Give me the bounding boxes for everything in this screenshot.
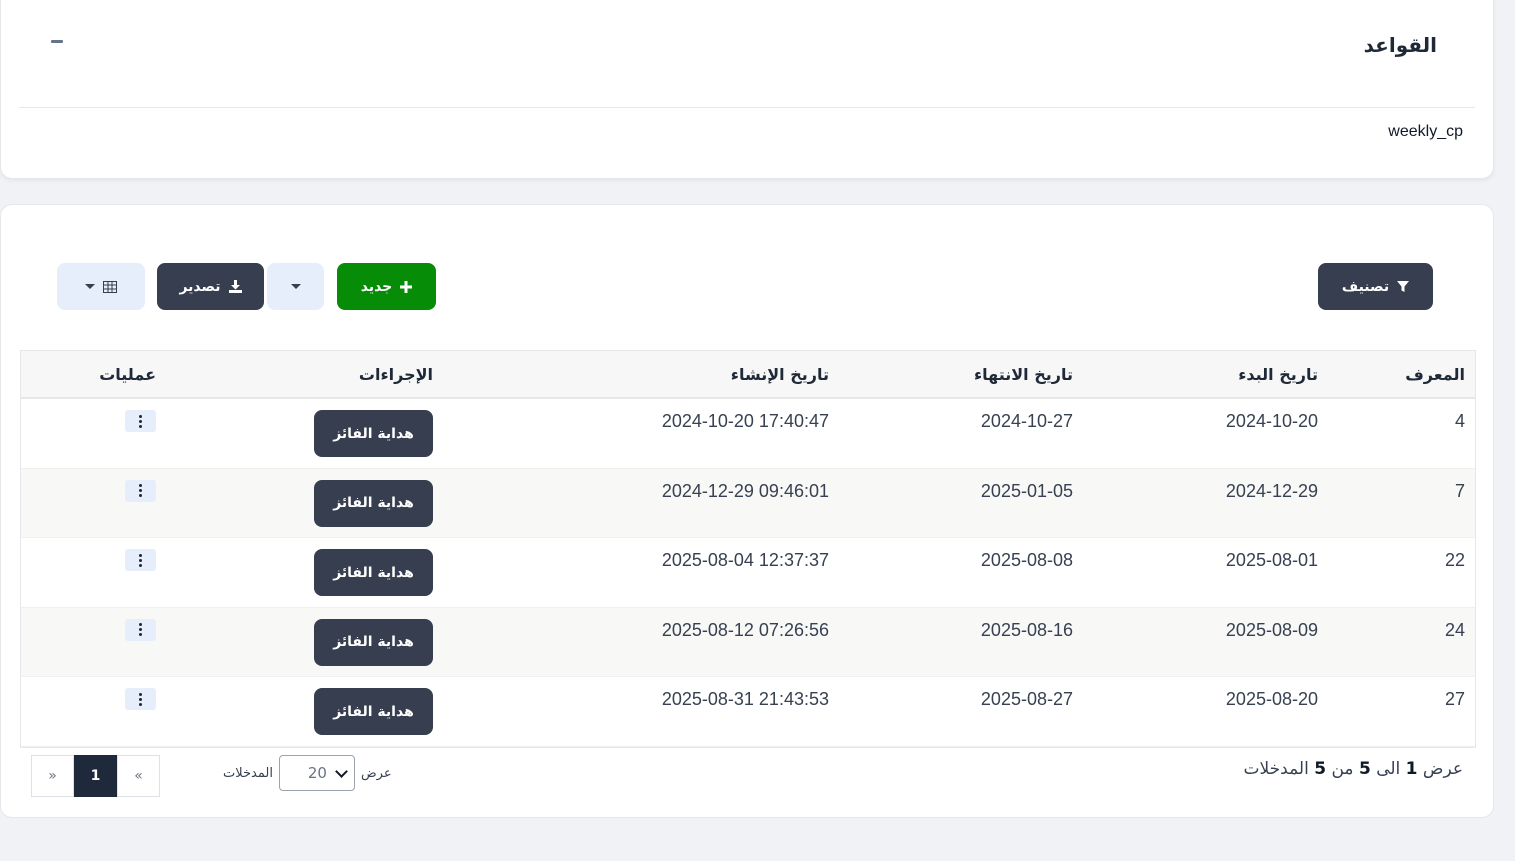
download-icon <box>228 280 242 293</box>
columns-toggle-button[interactable] <box>57 263 145 310</box>
summary-entries-word: المدخلات <box>1243 759 1309 779</box>
table-header: المعرف تاريخ البدء تاريخ الانتهاء تاريخ … <box>21 351 1475 399</box>
page-scrollbar[interactable] <box>1495 0 1515 861</box>
rule-value: weekly_cp <box>1388 123 1463 140</box>
more-options-icon[interactable] <box>125 410 156 432</box>
collapse-icon[interactable] <box>51 40 63 43</box>
gift-winner-button[interactable]: هداية الفائز <box>314 618 433 666</box>
cell-start-date: 2025-08-01 <box>1225 550 1318 570</box>
cell-start-date: 2024-12-29 <box>1225 480 1318 501</box>
filter-button-label: تصنيف <box>1341 278 1390 295</box>
column-header-id[interactable]: المعرف <box>1405 365 1465 384</box>
column-header-actions: الإجراءات <box>358 365 433 384</box>
cell-end-date: 2025-08-16 <box>980 619 1073 640</box>
chevron-down-icon <box>85 284 95 289</box>
cell-id: 4 <box>1454 411 1465 431</box>
cell-created-date: 2024-10-20 17:40:47 <box>661 411 829 431</box>
cell-end-date: 2024-10-27 <box>980 411 1073 431</box>
table-icon <box>103 280 117 293</box>
cell-id: 27 <box>1444 689 1465 709</box>
page-size-value: 20 <box>307 764 327 782</box>
summary-from: 1 <box>1405 759 1418 779</box>
export-button-label: تصدير <box>179 278 221 295</box>
more-options-icon[interactable] <box>125 549 156 571</box>
summary-to: 5 <box>1358 759 1371 779</box>
gift-winner-button[interactable]: هداية الفائز <box>314 688 433 735</box>
page-size-control: عرض 20 المدخلات <box>223 755 392 791</box>
pagination-prev[interactable]: » <box>31 755 74 797</box>
column-header-operations: عمليات <box>99 365 156 384</box>
more-options-icon[interactable] <box>125 688 156 710</box>
rules-card-title: القواعد <box>1363 33 1437 57</box>
more-options-icon[interactable] <box>125 618 156 641</box>
gift-winner-button[interactable]: هداية الفائز <box>314 410 433 457</box>
chevron-down-icon <box>290 284 301 289</box>
pagination-next[interactable]: « <box>117 755 160 797</box>
pagination-page-1[interactable]: 1 <box>74 755 117 797</box>
summary-total: 5 <box>1314 759 1327 779</box>
column-header-end-date[interactable]: تاريخ الانتهاء <box>974 365 1073 384</box>
cell-created-date: 2025-08-04 12:37:37 <box>661 550 829 570</box>
export-button[interactable]: تصدير <box>157 263 264 310</box>
rules-card: القواعد weekly_cp <box>0 0 1494 179</box>
new-button[interactable]: جديد <box>337 263 436 310</box>
cell-id: 22 <box>1444 550 1465 570</box>
cell-start-date: 2025-08-09 <box>1225 619 1318 640</box>
summary-to-word: الى <box>1376 759 1401 779</box>
column-header-start-date[interactable]: تاريخ البدء <box>1238 365 1318 384</box>
cell-created-date: 2024-12-29 09:46:01 <box>661 480 829 501</box>
filter-icon <box>1397 280 1410 292</box>
gift-winner-button[interactable]: هداية الفائز <box>314 479 433 527</box>
page-size-entries-label: المدخلات <box>223 765 273 781</box>
summary-show-word: عرض <box>1422 759 1463 779</box>
new-options-dropdown[interactable] <box>267 263 324 310</box>
cell-end-date: 2025-01-05 <box>980 480 1073 501</box>
pagination: » 1 « <box>31 755 160 797</box>
cell-start-date: 2024-10-20 <box>1225 411 1318 431</box>
summary-of-word: من <box>1331 759 1354 779</box>
column-header-created-date[interactable]: تاريخ الإنشاء <box>731 365 829 384</box>
records-card: تصنيف جديد تصدير المعرف تاريخ البدء تاري… <box>0 204 1494 818</box>
plus-icon <box>400 280 413 293</box>
cell-end-date: 2025-08-27 <box>980 689 1073 709</box>
card-divider <box>19 107 1475 108</box>
table-row: 7 2024-12-29 2025-01-05 2024-12-29 09:46… <box>21 468 1475 538</box>
table-row: 4 2024-10-20 2024-10-27 2024-10-20 17:40… <box>21 399 1475 469</box>
chevron-down-icon <box>335 764 348 778</box>
more-options-icon[interactable] <box>125 479 156 502</box>
entries-summary: عرض 1 الى 5 من 5 المدخلات <box>1244 759 1463 779</box>
table-row: 27 2025-08-20 2025-08-27 2025-08-31 21:4… <box>21 677 1475 747</box>
records-table: المعرف تاريخ البدء تاريخ الانتهاء تاريخ … <box>20 350 1476 748</box>
cell-id: 24 <box>1444 619 1465 640</box>
table-row: 22 2025-08-01 2025-08-08 2025-08-04 12:3… <box>21 538 1475 608</box>
gift-winner-button[interactable]: هداية الفائز <box>314 549 433 596</box>
cell-id: 7 <box>1454 480 1465 501</box>
filter-button[interactable]: تصنيف <box>1318 263 1433 310</box>
cell-created-date: 2025-08-12 07:26:56 <box>661 619 829 640</box>
table-row: 24 2025-08-09 2025-08-16 2025-08-12 07:2… <box>21 607 1475 677</box>
cell-start-date: 2025-08-20 <box>1225 689 1318 709</box>
cell-created-date: 2025-08-31 21:43:53 <box>661 689 829 709</box>
page-size-show-label: عرض <box>360 765 392 781</box>
cell-end-date: 2025-08-08 <box>980 550 1073 570</box>
page-size-select[interactable]: 20 <box>278 755 355 791</box>
new-button-label: جديد <box>360 278 393 295</box>
